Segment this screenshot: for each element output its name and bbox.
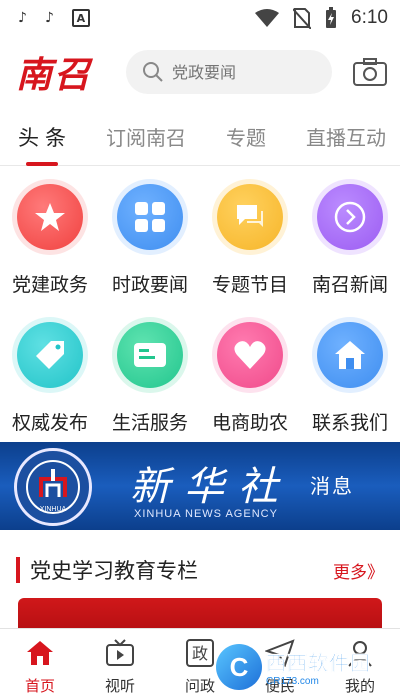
tiktok-icon: ♪ [18, 10, 27, 26]
arrow-right-icon [317, 184, 383, 250]
grid-label: 联系我们 [311, 412, 388, 434]
tab-topics[interactable]: 专题 [226, 122, 266, 151]
apps-icon [117, 184, 183, 250]
grid-label: 权威发布 [11, 412, 88, 434]
xinhua-emblem-icon: XINHUA [14, 448, 92, 526]
tag-icon [17, 322, 83, 388]
tab-bar: 头条 订阅南召 专题 直播互动 [0, 108, 400, 166]
watermark: C 西西软件园 CR173.com [216, 640, 384, 694]
wifi-icon [255, 9, 280, 27]
banner-title: 新华社 [130, 464, 292, 510]
search-icon [143, 62, 163, 82]
camera-button[interactable] [352, 54, 388, 90]
header: 南召 [0, 36, 400, 108]
grid-label: 电商助农 [211, 412, 288, 434]
nav-label: 首页 [24, 677, 55, 695]
watermark-main: 西西软件园 [266, 651, 371, 676]
grid-item-agri[interactable]: 电商助农 [200, 316, 300, 454]
status-bar: ♪ ♪ A 6:10 [0, 0, 400, 36]
banner-subtitle: 消息 [310, 474, 354, 498]
section-card[interactable] [18, 598, 382, 632]
xinhua-banner[interactable]: XINHUA 新华社 消息 XINHUA NEWS AGENCY [0, 442, 400, 530]
watermark-url: CR173.com [266, 676, 319, 687]
grid-label: 专题节目 [211, 274, 288, 296]
more-link[interactable]: 更多》 [333, 558, 384, 583]
nav-video[interactable]: 视听 [80, 629, 160, 700]
tab-subscribe[interactable]: 订阅南召 [106, 122, 186, 151]
battery-icon [326, 7, 337, 28]
tab-live[interactable]: 直播互动 [306, 122, 386, 151]
tiktok-icon: ♪ [44, 10, 54, 26]
grid-label: 南召新闻 [311, 274, 388, 296]
grid-item-programs[interactable]: 专题节目 [200, 178, 300, 316]
grid-label: 生活服务 [111, 412, 188, 434]
grid-item-party[interactable]: 党建政务 [0, 178, 100, 316]
nav-label: 视听 [104, 677, 135, 695]
grid-item-nanzhao-news[interactable]: 南召新闻 [300, 178, 400, 316]
home-icon [317, 322, 383, 388]
nav-home[interactable]: 首页 [0, 629, 80, 700]
emblem-text: XINHUA [40, 506, 67, 513]
app-a-icon: A [71, 9, 90, 27]
section-title: 党史学习教育专栏 [30, 559, 198, 583]
banner-english: XINHUA NEWS AGENCY [134, 508, 278, 520]
app-logo: 南召 [16, 54, 93, 96]
watermark-logo-icon: C [216, 644, 262, 690]
search-input[interactable] [172, 62, 282, 82]
search-bar[interactable] [126, 50, 332, 94]
grid-item-contact[interactable]: 联系我们 [300, 316, 400, 454]
nav-label: 问政 [184, 677, 215, 695]
no-sim-icon [293, 8, 312, 29]
grid-item-official[interactable]: 权威发布 [0, 316, 100, 454]
grid-item-life[interactable]: 生活服务 [100, 316, 200, 454]
section-accent-bar [16, 557, 20, 583]
heart-icon [217, 322, 283, 388]
home-icon [24, 637, 56, 669]
grid-label: 时政要闻 [111, 274, 188, 296]
card-icon [117, 322, 183, 388]
chat-icon [217, 184, 283, 250]
tv-icon [104, 637, 136, 669]
svg-text:政: 政 [192, 644, 208, 663]
category-grid: 党建政务 时政要闻 专题节目 南召新闻 权威发布 生活服务 电商助农 联系我们 [0, 166, 400, 454]
camera-icon [353, 58, 387, 86]
politics-icon: 政 [184, 637, 216, 669]
star-icon [17, 184, 83, 250]
section-header: 党史学习教育专栏 更多》 [0, 540, 400, 600]
tab-headlines[interactable]: 头条 [18, 122, 72, 166]
grid-item-news[interactable]: 时政要闻 [100, 178, 200, 316]
grid-label: 党建政务 [11, 274, 88, 296]
status-time: 6:10 [351, 7, 388, 28]
